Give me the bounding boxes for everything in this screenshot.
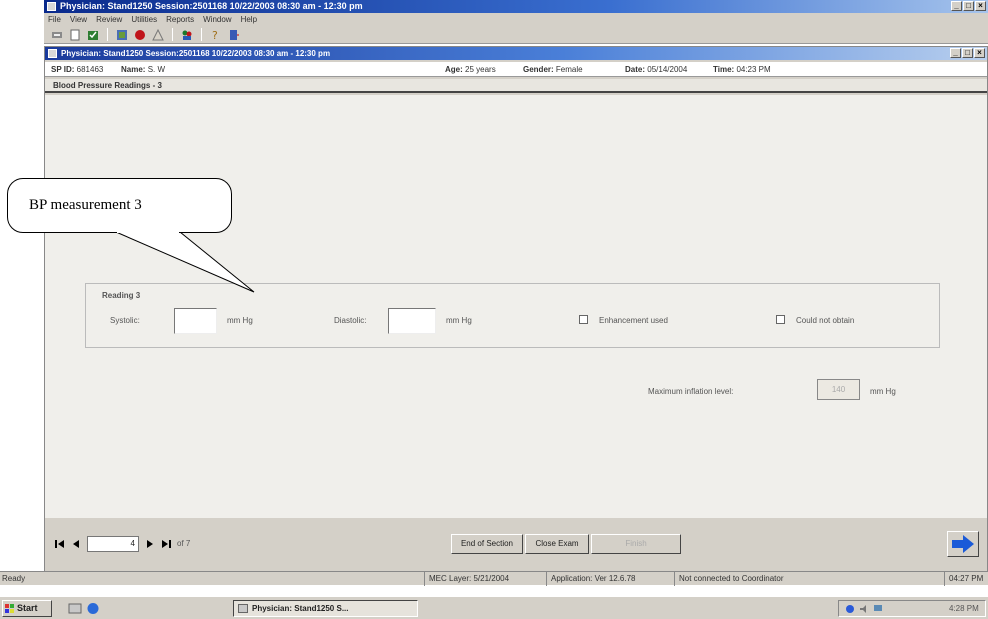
diastolic-unit: mm Hg xyxy=(446,316,472,325)
first-record-icon[interactable] xyxy=(53,535,67,553)
system-tray: 4:28 PM xyxy=(838,600,986,617)
enhancement-label: Enhancement used xyxy=(599,316,668,325)
navigation-bar: 4 of 7 End of Section Close Exam Finish xyxy=(45,519,987,571)
max-inflation-label: Maximum inflation level: xyxy=(648,387,734,396)
gender-field: Gender: Female xyxy=(523,65,583,74)
diastolic-label: Diastolic: xyxy=(334,316,367,325)
window-icon xyxy=(48,49,57,58)
toolbar-separator xyxy=(172,28,173,41)
menu-review[interactable]: Review xyxy=(96,13,122,26)
status-bar: Ready MEC Layer: 5/21/2004 Application: … xyxy=(0,571,988,586)
record-icon[interactable] xyxy=(133,28,147,41)
maximize-icon[interactable]: □ xyxy=(963,1,974,11)
max-inflation-unit: mm Hg xyxy=(870,387,896,396)
windows-logo-icon xyxy=(5,604,14,613)
menu-help[interactable]: Help xyxy=(241,13,257,26)
close-exam-button[interactable]: Close Exam xyxy=(525,534,589,554)
record-total: of 7 xyxy=(177,539,191,548)
monitor-icon[interactable] xyxy=(873,604,883,614)
app-window-controls: _ □ × xyxy=(951,1,986,11)
age-field: Age: 25 years xyxy=(445,65,496,74)
exam-window: Physician: Stand1250 Session:2501168 10/… xyxy=(44,46,988,571)
browser-icon[interactable] xyxy=(86,602,100,615)
speaker-icon[interactable] xyxy=(859,604,869,614)
status-coordinator: Not connected to Coordinator xyxy=(674,572,784,586)
status-time: 04:27 PM xyxy=(944,572,983,586)
app-title: Physician: Stand1250 Session:2501168 10/… xyxy=(60,1,363,11)
finish-button[interactable]: Finish xyxy=(591,534,681,554)
grid-icon[interactable] xyxy=(115,28,129,41)
date-field: Date: 05/14/2004 xyxy=(625,65,688,74)
minimize-icon[interactable]: _ xyxy=(951,1,962,11)
name-field: Name: S. W xyxy=(121,65,166,74)
sp-id-field: SP ID: 681463 xyxy=(51,65,104,74)
exam-window-controls: _ □ × xyxy=(950,48,985,58)
menu-view[interactable]: View xyxy=(70,13,87,26)
menu-window[interactable]: Window xyxy=(203,13,231,26)
content-area: Reading 3 Systolic: mm Hg Diastolic: mm … xyxy=(45,95,987,518)
taskbar-app-label: Physician: Stand1250 S... xyxy=(252,604,349,613)
menu-file[interactable]: File xyxy=(48,13,61,26)
toolbar-separator xyxy=(107,28,108,41)
prev-record-icon[interactable] xyxy=(69,535,83,553)
systolic-input[interactable] xyxy=(174,308,217,334)
app-task-icon xyxy=(238,604,248,613)
warning-icon[interactable] xyxy=(151,28,165,41)
minimize-icon[interactable]: _ xyxy=(950,48,961,58)
app-title-bar: Physician: Stand1250 Session:2501168 10/… xyxy=(44,0,988,13)
menu-utilities[interactable]: Utilities xyxy=(131,13,157,26)
toolbar-separator xyxy=(201,28,202,41)
status-mec-layer: MEC Layer: 5/21/2004 xyxy=(424,572,509,586)
toolbar: ? xyxy=(44,26,988,44)
max-inflation-input[interactable]: 140 xyxy=(817,379,860,400)
exit-icon[interactable] xyxy=(50,28,64,41)
record-number-input[interactable]: 4 xyxy=(87,536,139,552)
menu-reports[interactable]: Reports xyxy=(166,13,194,26)
systolic-unit: mm Hg xyxy=(227,316,253,325)
status-app-version: Application: Ver 12.6.78 xyxy=(546,572,636,586)
close-icon[interactable]: × xyxy=(975,1,986,11)
time-field: Time: 04:23 PM xyxy=(713,65,771,74)
app-icon xyxy=(47,2,56,11)
new-icon[interactable] xyxy=(68,28,82,41)
systolic-label: Systolic: xyxy=(110,316,140,325)
last-record-icon[interactable] xyxy=(159,535,173,553)
next-record-icon[interactable] xyxy=(143,535,157,553)
reading-group: Reading 3 Systolic: mm Hg Diastolic: mm … xyxy=(85,283,940,348)
start-button[interactable]: Start xyxy=(2,600,52,617)
exam-window-title: Physician: Stand1250 Session:2501168 10/… xyxy=(61,49,331,58)
menu-bar: File View Review Utilities Reports Windo… xyxy=(44,13,988,26)
reading-group-label: Reading 3 xyxy=(102,291,141,300)
restore-icon[interactable]: □ xyxy=(962,48,973,58)
exam-window-title-bar: Physician: Stand1250 Session:2501168 10/… xyxy=(45,47,987,60)
arrow-right-icon xyxy=(952,535,974,553)
windows-taskbar: Start Physician: Stand1250 S... 4:28 PM xyxy=(0,596,988,619)
taskbar-app-button[interactable]: Physician: Stand1250 S... xyxy=(233,600,418,617)
could-not-obtain-label: Could not obtain xyxy=(796,316,855,325)
start-label: Start xyxy=(17,603,38,613)
door-icon[interactable] xyxy=(227,28,241,41)
close-icon[interactable]: × xyxy=(974,48,985,58)
callout-bubble: BP measurement 3 xyxy=(7,178,232,233)
people-icon[interactable] xyxy=(180,28,194,41)
taskbar-clock: 4:28 PM xyxy=(949,604,979,613)
show-desktop-icon[interactable] xyxy=(68,602,82,615)
could-not-obtain-checkbox[interactable] xyxy=(776,315,785,324)
end-of-section-button[interactable]: End of Section xyxy=(451,534,523,554)
next-section-button[interactable] xyxy=(947,531,979,557)
diastolic-input[interactable] xyxy=(388,308,436,334)
network-icon[interactable] xyxy=(845,604,855,614)
enhancement-checkbox[interactable] xyxy=(579,315,588,324)
checklist-icon[interactable] xyxy=(86,28,100,41)
status-ready: Ready xyxy=(2,574,26,583)
section-title: Blood Pressure Readings - 3 xyxy=(45,79,987,93)
svg-text:?: ? xyxy=(212,29,218,41)
participant-info-row: SP ID: 681463 Name: S. W Age: 25 years G… xyxy=(45,62,987,77)
help-icon[interactable]: ? xyxy=(209,28,223,41)
